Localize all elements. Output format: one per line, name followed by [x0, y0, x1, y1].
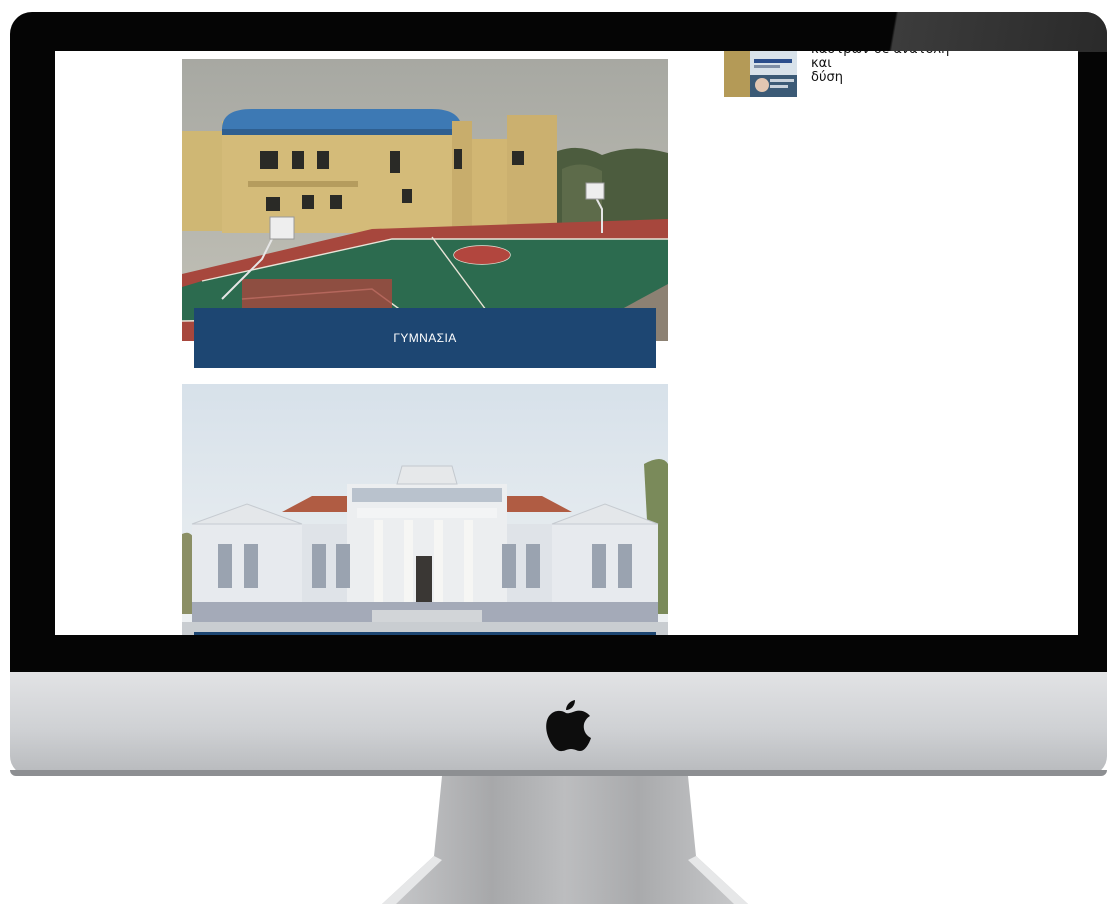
- school-photo-neoclassical: [182, 384, 668, 635]
- monitor-stand: [382, 776, 748, 904]
- school-card-gymnasia[interactable]: ΓΥΜΝΑΣΙΑ: [182, 59, 668, 368]
- bezel-glare: [877, 12, 1107, 52]
- school-card-neoclassical[interactable]: [182, 384, 668, 635]
- sidebar-post-thumbnail[interactable]: [724, 51, 797, 97]
- sidebar-post-title-line2: δύση: [811, 70, 843, 85]
- school-photo-gymnasium: [182, 59, 668, 341]
- apple-logo-icon: [546, 700, 591, 752]
- monitor-screen: ΓΥΜΝΑΣΙΑ και δύση: [55, 51, 1078, 635]
- card-caption[interactable]: ΓΥΜΝΑΣΙΑ: [194, 308, 656, 368]
- sidebar-post-title[interactable]: κάστρων σε ανατολή και δύση: [811, 51, 971, 85]
- sidebar-post-title-line1: κάστρων σε ανατολή και: [811, 51, 949, 71]
- card-caption-label: ΓΥΜΝΑΣΙΑ: [393, 331, 457, 345]
